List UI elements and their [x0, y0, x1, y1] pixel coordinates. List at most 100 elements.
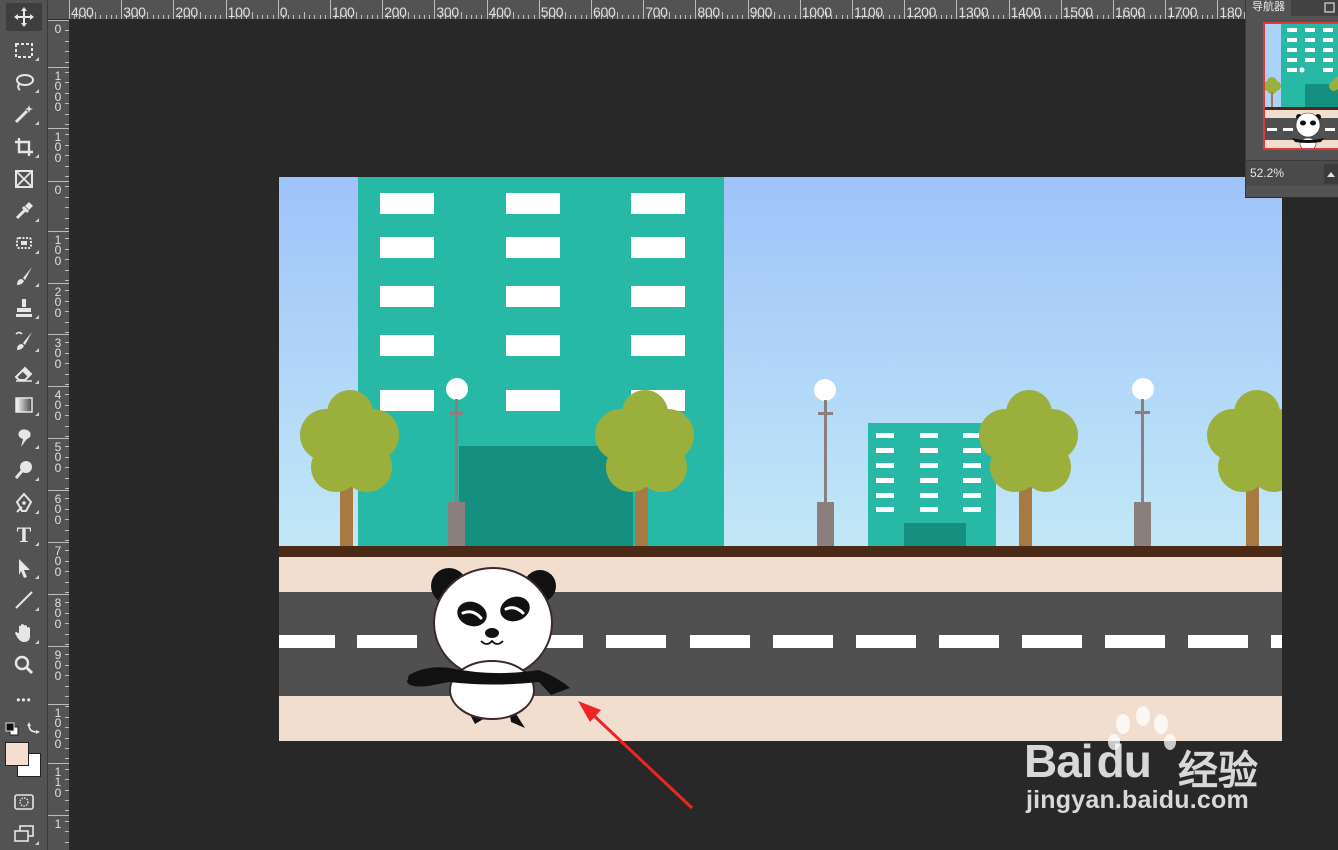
ruler-minor-tick: [147, 12, 149, 19]
foreground-color-swatch[interactable]: [5, 742, 29, 766]
move-icon: [14, 7, 34, 27]
ruler-major-tick: [173, 0, 175, 19]
path-selection-tool[interactable]: [6, 554, 42, 582]
ruler-minor-tick: [992, 15, 994, 19]
healing-brush-tool[interactable]: [6, 229, 42, 257]
tab-histogram[interactable]: [1320, 0, 1338, 16]
watermark-brand: Baidu: [1024, 735, 1152, 787]
zoom-tool[interactable]: [6, 651, 42, 679]
ruler-minor-tick: [262, 15, 264, 19]
ruler-minor-tick: [65, 560, 69, 562]
ruler-minor-tick: [65, 248, 69, 250]
dodge-tool[interactable]: [6, 456, 42, 484]
document-canvas[interactable]: [279, 177, 1282, 741]
ruler-minor-tick: [65, 311, 69, 313]
ruler-minor-tick: [1055, 15, 1057, 19]
ruler-major-tick: [48, 438, 69, 439]
ruler-label: 1100: [854, 4, 883, 20]
ruler-minor-tick: [998, 15, 1000, 19]
navigator-panel: 导航器 52.2%: [1245, 0, 1338, 198]
ruler-label: 1 1 0: [54, 765, 62, 800]
ruler-label: 1600: [1115, 4, 1145, 20]
ruler-minor-tick: [65, 363, 69, 365]
ruler-label: 6 0 0: [54, 492, 62, 527]
watermark-url: jingyan.baidu.com: [1026, 786, 1249, 814]
rectangular-marquee-tool[interactable]: [6, 36, 42, 64]
ruler-minor-tick: [371, 15, 373, 19]
ruler-minor-tick: [65, 477, 69, 479]
smudge-tool[interactable]: [6, 424, 42, 452]
ruler-label: 300: [436, 4, 459, 20]
ruler-major-tick: [48, 646, 69, 647]
ruler-minor-tick: [679, 15, 681, 19]
ruler-label: 1 0 0: [54, 233, 62, 268]
ruler-minor-tick: [65, 456, 69, 458]
ruler-minor-tick: [65, 332, 69, 333]
lasso-tool[interactable]: [6, 68, 42, 96]
ruler-minor-tick: [256, 15, 258, 19]
screen-mode-button[interactable]: [6, 820, 42, 848]
move-tool[interactable]: [6, 3, 42, 31]
ruler-minor-tick: [65, 186, 69, 188]
ruler-minor-tick: [1097, 15, 1099, 19]
ruler-minor-tick: [65, 61, 69, 63]
ruler-minor-tick: [945, 15, 947, 19]
ruler-label: 8 0 0: [54, 596, 62, 631]
line-tool[interactable]: [6, 586, 42, 614]
brush-tool[interactable]: [6, 262, 42, 290]
ruler-minor-tick: [152, 15, 154, 19]
eraser-tool[interactable]: [6, 359, 42, 387]
ruler-minor-tick: [65, 176, 69, 177]
ruler-minor-tick: [65, 768, 69, 770]
ruler-minor-tick: [742, 15, 744, 19]
ruler-label: 100: [332, 4, 355, 20]
ruler-major-tick: [852, 0, 853, 19]
magic-wand-tool[interactable]: [6, 100, 42, 128]
ruler-minor-tick: [65, 165, 69, 167]
ruler-minor-tick: [413, 15, 415, 19]
brush-icon: [17, 267, 32, 285]
ruler-minor-tick: [898, 15, 900, 19]
ruler-minor-tick: [65, 196, 69, 198]
histogram-icon: [1324, 2, 1335, 13]
history-brush-tool[interactable]: [6, 327, 42, 355]
tab-navigator[interactable]: 导航器: [1246, 0, 1291, 16]
ruler-minor-tick: [65, 92, 69, 94]
ruler-label: 1 0 0 0: [54, 69, 62, 114]
ruler-minor-tick: [65, 519, 69, 521]
navigator-thumbnail[interactable]: [1263, 22, 1338, 150]
ruler-minor-tick: [65, 644, 69, 645]
ruler-minor-tick: [110, 15, 112, 19]
zoom-out-button[interactable]: [1324, 164, 1338, 184]
gradient-tool[interactable]: [6, 391, 42, 419]
frame-tool[interactable]: [6, 165, 42, 193]
crop-tool[interactable]: [6, 133, 42, 161]
ruler-minor-tick: [737, 15, 739, 19]
ruler-minor-tick: [65, 51, 69, 53]
ruler-minor-tick: [65, 373, 69, 375]
ruler-minor-tick: [65, 529, 69, 531]
ruler-major-tick: [1217, 0, 1219, 19]
ruler-minor-tick: [951, 15, 953, 19]
ruler-major-tick: [1113, 0, 1114, 19]
eyedropper-tool[interactable]: [6, 197, 42, 225]
ruler-minor-tick: [564, 12, 566, 19]
hand-tool[interactable]: [6, 619, 42, 647]
swap-colors-button[interactable]: [26, 720, 42, 736]
ruler-minor-tick: [65, 675, 69, 677]
navigator-preview: [1265, 24, 1338, 148]
zoom-level[interactable]: 52.2%: [1250, 166, 1284, 180]
ruler-minor-tick: [319, 15, 321, 19]
ruler-minor-tick: [65, 394, 69, 396]
default-colors-button[interactable]: [5, 722, 19, 736]
ruler-minor-tick: [65, 134, 69, 136]
smudge-icon: [18, 429, 31, 447]
ruler-minor-tick: [65, 716, 69, 718]
quick-mask-button[interactable]: [6, 788, 42, 816]
clone-stamp-tool[interactable]: [6, 294, 42, 322]
ruler-minor-tick: [1107, 15, 1109, 19]
ruler-minor-tick: [95, 12, 97, 19]
pen-tool[interactable]: [6, 489, 42, 517]
more-tools[interactable]: •••: [6, 686, 42, 714]
type-tool[interactable]: T: [6, 521, 42, 549]
